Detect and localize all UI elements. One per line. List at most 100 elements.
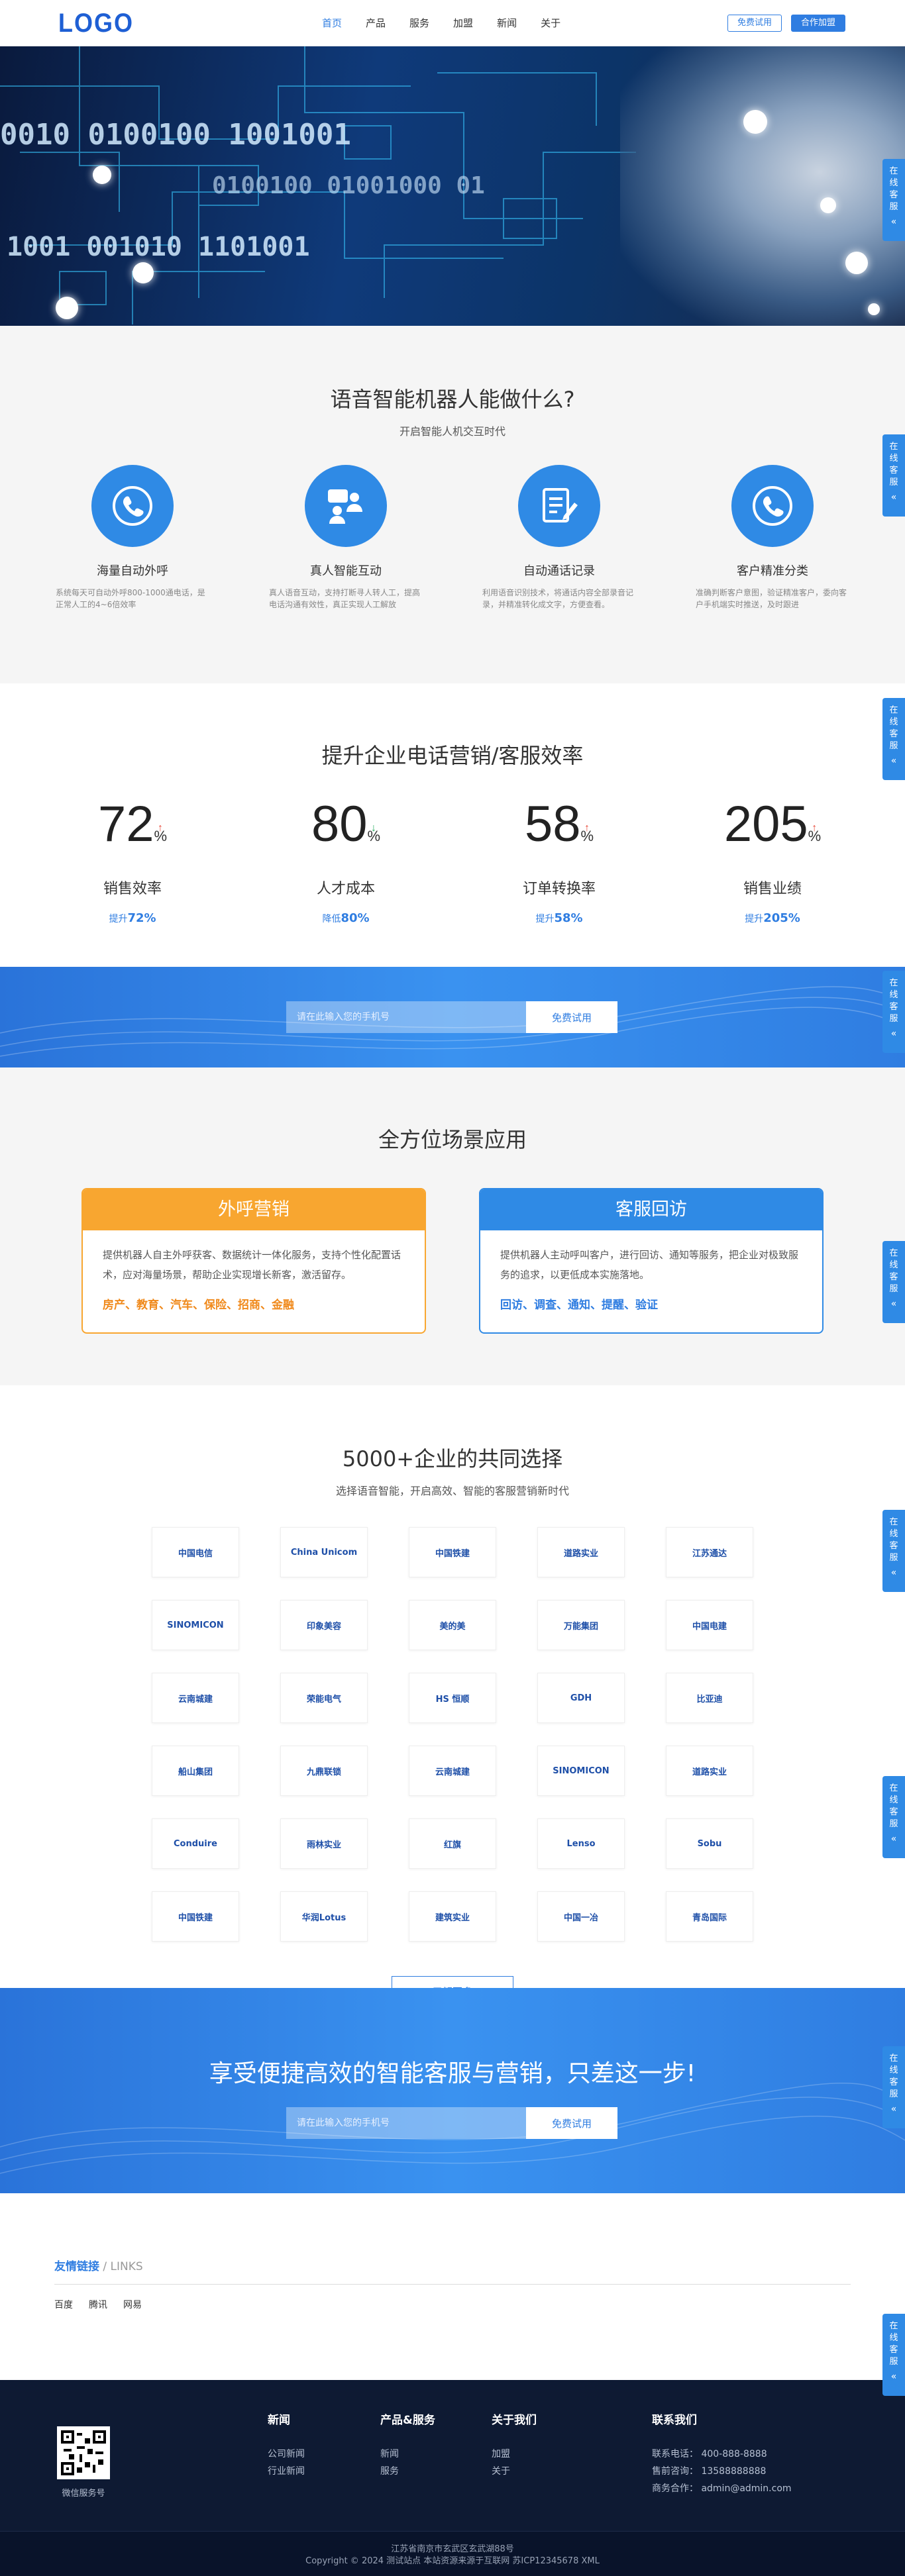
- trial-form: 免费试用: [286, 1001, 617, 1033]
- friend-link[interactable]: 网易: [123, 2298, 142, 2311]
- feature-desc: 系统每天可自动外呼800-1000通电话，是正常人工的4~6倍效率: [56, 588, 205, 609]
- stat-label: 订单转换率: [522, 881, 596, 897]
- partner-logo: 云南城建: [409, 1746, 496, 1796]
- cta-band: 享受便捷高效的智能客服与营销，只差这一步! 免费试用: [0, 1988, 905, 2193]
- chevron-left-icon: «: [890, 492, 897, 503]
- contact-phone: 联系电话： 400-888-8888: [652, 2449, 767, 2459]
- scenarios-title: 全方位场景应用: [378, 1127, 527, 1152]
- contact-business: 商务合作： admin@admin.com: [652, 2483, 792, 2494]
- qr-code: [57, 2426, 110, 2479]
- scenario-card-title: 外呼营销: [83, 1189, 425, 1230]
- partner-logo: 中国铁建: [409, 1527, 496, 1577]
- partner-logo: SINOMICON: [537, 1746, 625, 1796]
- friend-link[interactable]: 腾讯: [89, 2298, 107, 2311]
- binary-text-3: 0100100 01001000 01: [212, 172, 485, 199]
- arrow-up-icon: ↑: [584, 822, 590, 834]
- online-service-tab[interactable]: 在线客服 «: [882, 1776, 905, 1858]
- logo[interactable]: LOGO: [58, 8, 134, 38]
- friend-link[interactable]: 百度: [54, 2298, 73, 2311]
- online-service-tab[interactable]: 在线客服 «: [882, 698, 905, 780]
- nav-about[interactable]: 关于: [529, 0, 572, 46]
- stats-title: 提升企业电话营销/客服效率: [321, 743, 584, 768]
- footer-link[interactable]: 新闻: [380, 2446, 435, 2463]
- footer-col-about: 关于我们 加盟 关于: [492, 2410, 537, 2480]
- footer-col-products: 产品&服务 新闻 服务: [380, 2410, 435, 2480]
- stat-note-value: 205%: [763, 911, 800, 925]
- partner-logo: 道路实业: [666, 1746, 753, 1796]
- chevron-left-icon: «: [890, 1567, 897, 1578]
- stat-value: 80: [311, 796, 368, 852]
- online-service-label: 在线客服: [889, 705, 898, 751]
- friend-links-section: 友情链接 / LINKS 百度 腾讯 网易: [0, 2193, 905, 2380]
- phone-input[interactable]: [286, 1001, 526, 1033]
- phone-icon: [91, 465, 174, 547]
- partner-logo: 中国铁建: [152, 1891, 239, 1942]
- stat-label: 销售业绩: [743, 881, 802, 897]
- note-icon: [518, 465, 600, 547]
- main-nav: 首页 产品 服务 加盟 新闻 关于: [310, 0, 572, 46]
- nav-news[interactable]: 新闻: [485, 0, 529, 46]
- stat-note: 提升205%: [666, 911, 879, 925]
- footer-link[interactable]: 行业新闻: [268, 2463, 305, 2480]
- nav-products[interactable]: 产品: [354, 0, 398, 46]
- free-trial-submit-button[interactable]: 免费试用: [526, 2107, 617, 2139]
- nav-services[interactable]: 服务: [398, 0, 441, 46]
- binary-text-2: 1001 001010 1101001: [7, 232, 310, 262]
- partner-logo: GDH: [537, 1673, 625, 1723]
- arrow-down-icon: ↓: [371, 822, 377, 834]
- stat-note-value: 58%: [554, 911, 583, 925]
- feature-title: 海量自动外呼: [97, 564, 168, 578]
- glow-dot: [845, 252, 868, 274]
- features-subtitle: 开启智能人机交互时代: [399, 425, 506, 438]
- friend-links-separator: /: [99, 2260, 111, 2273]
- stat-value: 58: [524, 796, 581, 852]
- hero-banner: 0010 0100100 1001001 1001 001010 1101001…: [0, 46, 905, 326]
- stat-value: 72: [97, 796, 154, 852]
- free-trial-button[interactable]: 免费试用: [727, 15, 782, 32]
- chevron-left-icon: «: [890, 1028, 897, 1039]
- stat-note-prefix: 降低: [322, 914, 341, 924]
- footer-link[interactable]: 公司新闻: [268, 2446, 305, 2463]
- glow-dot: [743, 110, 767, 134]
- free-trial-submit-button[interactable]: 免费试用: [526, 1001, 617, 1033]
- online-service-tab[interactable]: 在线客服 «: [882, 1241, 905, 1323]
- feature-desc: 真人语音互动，支持打断寻人转人工，提高电话沟通有效性，真正实现人工解放: [269, 588, 421, 609]
- online-service-tab[interactable]: 在线客服 «: [882, 2046, 905, 2128]
- partner-logo: 美的美: [409, 1600, 496, 1650]
- partner-logo: 建筑实业: [409, 1891, 496, 1942]
- scenario-card-tags: 房产、教育、汽车、保险、招商、金融: [103, 1299, 294, 1312]
- scenario-card-marketing: 外呼营销 提供机器人自主外呼获客、数据统计一体化服务，支持个性化配置话术，应对海…: [81, 1188, 426, 1334]
- nav-join[interactable]: 加盟: [441, 0, 485, 46]
- stat-label: 销售效率: [103, 881, 162, 897]
- glow-dot: [868, 303, 880, 315]
- feature-title: 真人智能互动: [310, 564, 382, 578]
- online-service-tab[interactable]: 在线客服 «: [882, 1510, 905, 1592]
- partner-logo: 印象美容: [280, 1600, 368, 1650]
- online-service-tab[interactable]: 在线客服 «: [882, 2314, 905, 2396]
- friend-links-title-en: LINKS: [110, 2260, 143, 2273]
- stat-item: 58% ↑ 订单转换率 提升58%: [452, 795, 666, 925]
- footer-link[interactable]: 加盟: [492, 2446, 537, 2463]
- scenario-card-title: 客服回访: [480, 1189, 822, 1230]
- stat-note: 降低80%: [239, 911, 452, 925]
- partner-logo-grid: 中国电信 China Unicom 中国铁建 道路实业 江苏通达 SINOMICON 印象美…: [0, 1527, 905, 1942]
- footer-link[interactable]: 关于: [492, 2463, 537, 2480]
- partner-logo: 青岛国际: [666, 1891, 753, 1942]
- online-service-label: 在线客服: [889, 978, 898, 1024]
- phone-input[interactable]: [286, 2107, 526, 2139]
- join-button[interactable]: 合作加盟: [791, 15, 846, 32]
- partners-subtitle: 选择语音智能，开启高效、智能的客服营销新时代: [335, 1485, 569, 1497]
- qr-caption: 微信服务号: [62, 2489, 105, 2499]
- online-service-tab[interactable]: 在线客服 «: [882, 971, 905, 1053]
- online-service-label: 在线客服: [889, 2054, 898, 2099]
- online-service-tab[interactable]: 在线客服 «: [882, 434, 905, 517]
- stat-label: 人才成本: [316, 881, 375, 897]
- partner-logo: 万能集团: [537, 1600, 625, 1650]
- scenarios-section: 全方位场景应用 外呼营销 提供机器人自主外呼获客、数据统计一体化服务，支持个性化…: [0, 1067, 905, 1385]
- feature-title: 客户精准分类: [737, 564, 808, 578]
- partner-logo: 道路实业: [537, 1527, 625, 1577]
- scenario-card-desc: 提供机器人主动呼叫客户，进行回访、通知等服务，把企业对极致服务的追求，以更低成本…: [500, 1249, 799, 1281]
- online-service-tab[interactable]: 在线客服 «: [882, 159, 905, 241]
- footer-link[interactable]: 服务: [380, 2463, 435, 2480]
- nav-home[interactable]: 首页: [310, 0, 354, 46]
